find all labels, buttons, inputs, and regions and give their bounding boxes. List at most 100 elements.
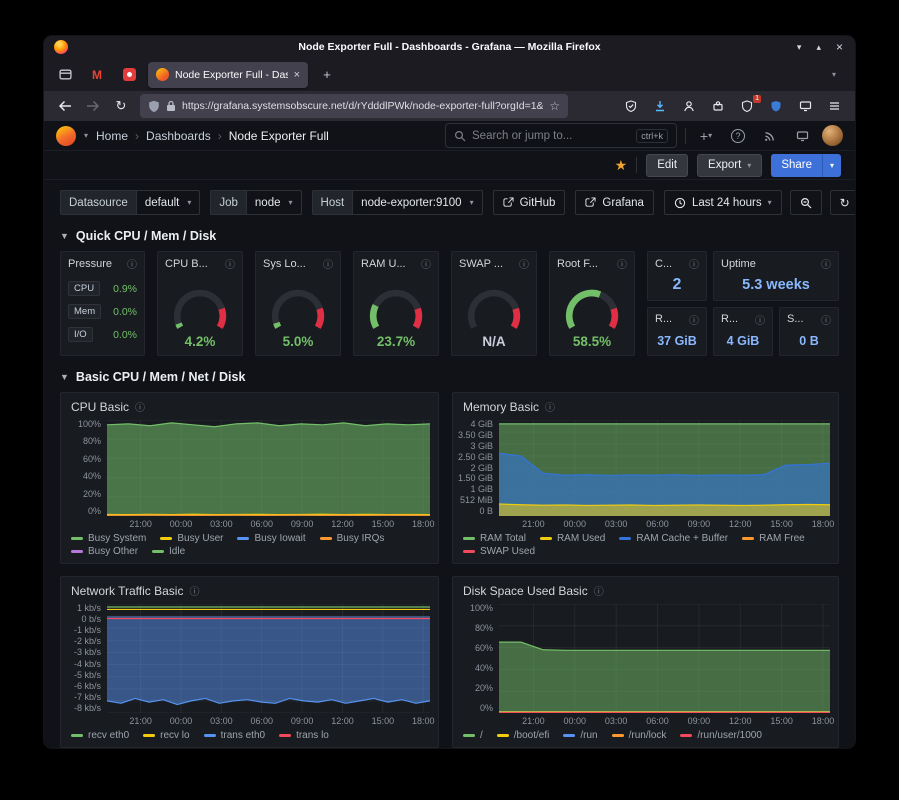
x-tick-label: 06:00 <box>646 716 669 726</box>
share-menu-button[interactable]: ▾ <box>822 154 841 177</box>
info-icon[interactable]: ⓘ <box>821 312 831 327</box>
news-button[interactable] <box>758 124 782 148</box>
breadcrumb-item[interactable]: Home <box>96 129 128 143</box>
quick-stats-row: Pressure ⓘ CPU 0.9% Mem <box>60 251 839 356</box>
variable-select[interactable]: default▾ <box>136 190 201 215</box>
minimize-button[interactable]: ▾ <box>797 42 802 53</box>
back-button[interactable] <box>52 94 78 118</box>
legend-item[interactable]: SWAP Used <box>463 546 535 557</box>
breadcrumb-item[interactable]: Node Exporter Full <box>211 129 329 143</box>
legend-item[interactable]: RAM Free <box>742 533 805 544</box>
legend-item[interactable]: Idle <box>152 546 185 557</box>
legend-item[interactable]: /boot/efi <box>497 730 550 741</box>
info-icon[interactable]: ⓘ <box>689 256 699 271</box>
row-basic-cpu-mem-net-disk[interactable]: ▼ Basic CPU / Mem / Net / Disk <box>60 370 839 384</box>
info-icon[interactable]: ⓘ <box>421 256 431 271</box>
extensions-button[interactable] <box>705 94 731 118</box>
variable-select[interactable]: node▾ <box>246 190 302 215</box>
add-new-button[interactable]: +▾ <box>694 124 718 148</box>
info-icon[interactable]: ⓘ <box>135 399 145 414</box>
screen-share-button[interactable] <box>792 94 818 118</box>
maximize-button[interactable]: ▴ <box>816 42 821 53</box>
info-icon[interactable]: ⓘ <box>617 256 627 271</box>
legend-item[interactable]: Busy IRQs <box>320 533 385 544</box>
legend-item[interactable]: recv eth0 <box>71 730 129 741</box>
downloads-button[interactable] <box>647 94 673 118</box>
legend-item[interactable]: RAM Cache + Buffer <box>619 533 728 544</box>
refresh-button[interactable]: ↻Refresh <box>830 190 855 215</box>
info-icon[interactable]: ⓘ <box>189 583 199 598</box>
info-icon[interactable]: ⓘ <box>821 256 831 271</box>
legend-item[interactable]: Busy Other <box>71 546 138 557</box>
favorite-star-icon[interactable]: ★ <box>615 157 628 174</box>
zoom-out-button[interactable] <box>790 190 822 215</box>
pinned-tab-app[interactable] <box>116 63 142 87</box>
legend-item[interactable]: recv lo <box>143 730 189 741</box>
dashboard-link-button[interactable]: GitHub <box>493 190 566 215</box>
legend-item[interactable]: /run <box>563 730 597 741</box>
legend-item[interactable]: Busy System <box>71 533 146 544</box>
reload-button[interactable]: ↻ <box>108 94 134 118</box>
info-icon[interactable]: ⓘ <box>519 256 529 271</box>
chevron-down-icon[interactable]: ▾ <box>84 131 88 140</box>
firefox-view-button[interactable] <box>52 63 78 87</box>
legend-item[interactable]: /run/user/1000 <box>680 730 762 741</box>
info-icon[interactable]: ⓘ <box>689 312 699 327</box>
legend-item[interactable]: / <box>463 730 483 741</box>
app-menu-button[interactable] <box>821 94 847 118</box>
legend-item[interactable]: Busy Iowait <box>237 533 305 544</box>
monitoring-button[interactable] <box>790 124 814 148</box>
legend-item[interactable]: RAM Used <box>540 533 605 544</box>
info-icon[interactable]: ⓘ <box>127 256 137 271</box>
forward-icon <box>86 100 100 112</box>
window-titlebar[interactable]: Node Exporter Full - Dashboards - Grafan… <box>44 36 855 58</box>
adblocker-button[interactable]: 1 <box>734 94 760 118</box>
info-icon[interactable]: ⓘ <box>545 399 555 414</box>
url-bar[interactable]: https://grafana.systemsobscure.net/d/rYd… <box>140 94 568 118</box>
password-manager-button[interactable] <box>763 94 789 118</box>
variable-select[interactable]: node-exporter:9100▾ <box>352 190 482 215</box>
tab-close-icon[interactable]: × <box>294 69 300 81</box>
disk-space-chart[interactable]: 100%80%60%40%20%0%21:0000:0003:0006:0009… <box>453 600 838 727</box>
edit-button[interactable]: Edit <box>646 154 688 177</box>
panel-sys-load: Sys Lo... ⓘ 5.0% <box>255 251 341 356</box>
share-button[interactable]: Share <box>771 154 822 177</box>
info-icon[interactable]: ⓘ <box>594 583 604 598</box>
cpu-basic-chart[interactable]: 100%80%60%40%20%0%21:0000:0003:0006:0009… <box>61 416 438 530</box>
help-button[interactable]: ? <box>726 124 750 148</box>
legend-item[interactable]: /run/lock <box>612 730 667 741</box>
tracking-protection-shield-icon[interactable] <box>148 100 160 113</box>
browser-tab[interactable]: Node Exporter Full - Dashbo × <box>148 62 308 88</box>
legend-item[interactable]: trans eth0 <box>204 730 265 741</box>
external-link-icon <box>503 197 514 208</box>
chevron-down-icon: ▾ <box>747 161 751 170</box>
memory-basic-chart[interactable]: 4 GiB3.50 GiB3 GiB2.50 GiB2 GiB1.50 GiB1… <box>453 416 838 530</box>
info-icon[interactable]: ⓘ <box>323 256 333 271</box>
x-tick-label: 06:00 <box>250 519 273 529</box>
info-icon[interactable]: ⓘ <box>755 312 765 327</box>
legend-item[interactable]: trans lo <box>279 730 329 741</box>
bookmark-star-icon[interactable]: ☆ <box>549 99 560 113</box>
export-button[interactable]: Export▾ <box>697 154 762 177</box>
account-button[interactable] <box>676 94 702 118</box>
close-button[interactable]: × <box>836 40 843 54</box>
legend-item[interactable]: RAM Total <box>463 533 526 544</box>
permissions-shield-button[interactable] <box>618 94 644 118</box>
lock-icon[interactable] <box>166 100 176 112</box>
info-icon[interactable]: ⓘ <box>225 256 235 271</box>
pinned-tab-gmail[interactable]: M <box>84 63 110 87</box>
time-range-picker[interactable]: Last 24 hours ▾ <box>664 190 782 215</box>
forward-button[interactable] <box>80 94 106 118</box>
legend-item[interactable]: Busy User <box>160 533 223 544</box>
user-avatar[interactable] <box>822 125 843 146</box>
grafana-logo[interactable] <box>56 126 76 146</box>
list-tabs-button[interactable]: ▾ <box>821 63 847 87</box>
breadcrumb-item[interactable]: Dashboards <box>128 129 211 143</box>
panel-title: CPU Basic <box>71 400 129 414</box>
search-input[interactable]: Search or jump to... ctrl+k <box>445 123 677 148</box>
url-text[interactable]: https://grafana.systemsobscure.net/d/rYd… <box>182 100 543 112</box>
dashboard-link-button[interactable]: Grafana <box>575 190 654 215</box>
row-quick-cpu-mem-disk[interactable]: ▼ Quick CPU / Mem / Disk <box>60 229 839 243</box>
new-tab-button[interactable]: + <box>314 63 340 87</box>
network-traffic-chart[interactable]: 1 kb/s0 b/s-1 kb/s-2 kb/s-3 kb/s-4 kb/s-… <box>61 600 438 727</box>
